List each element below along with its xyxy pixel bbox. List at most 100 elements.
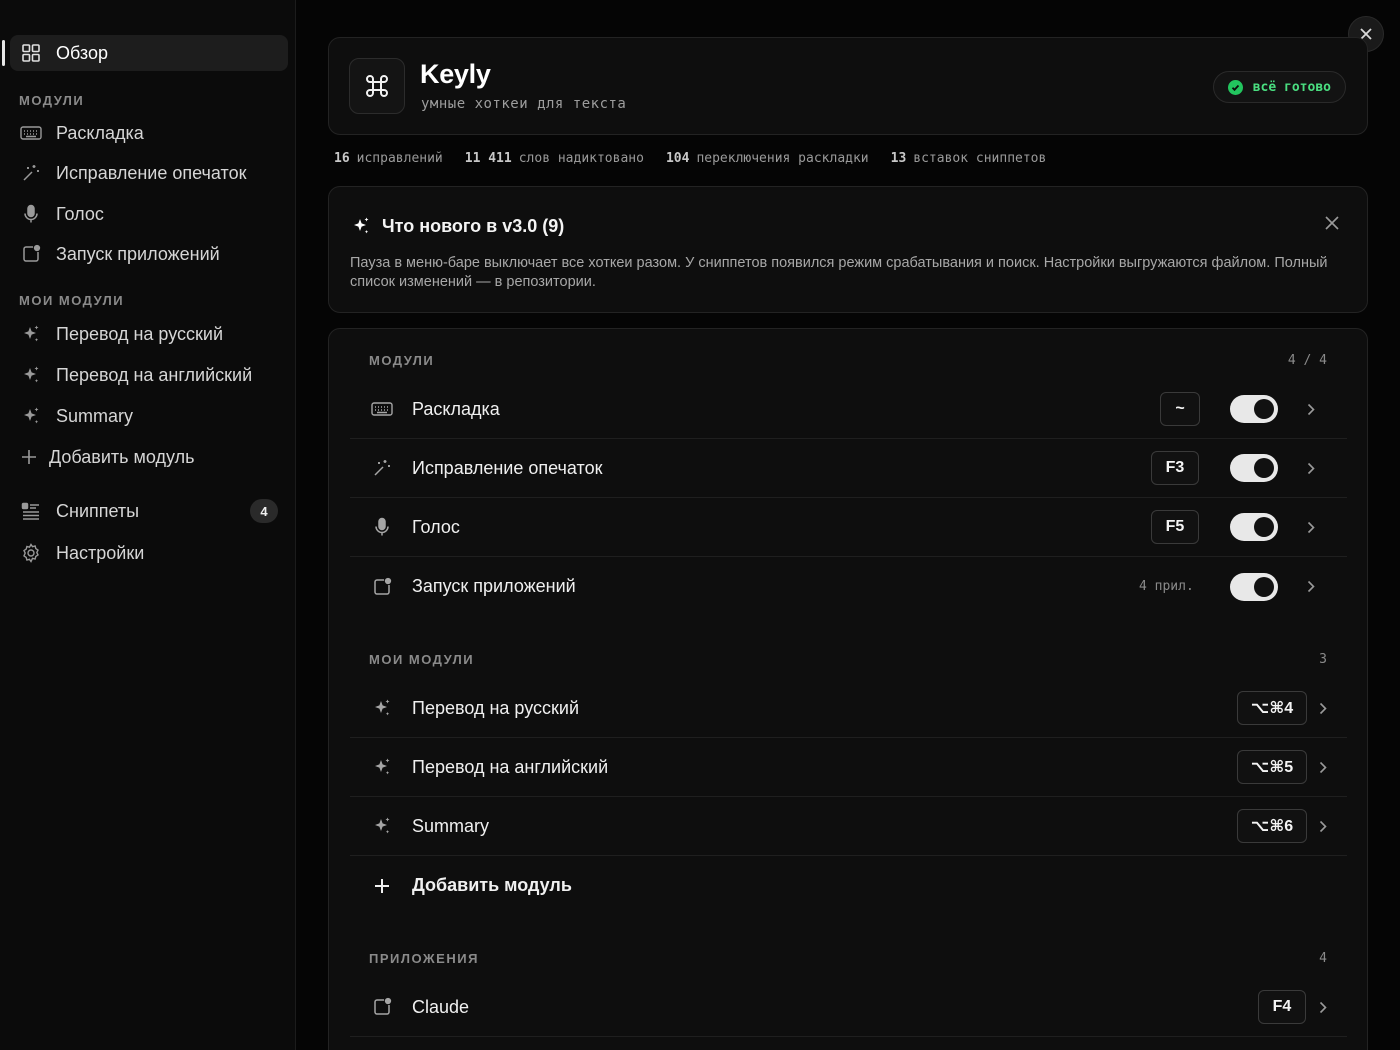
sidebar-item-label: Перевод на русский (56, 323, 223, 344)
sidebar-add-module[interactable]: Добавить модуль (10, 439, 288, 475)
sparkle-icon (20, 364, 42, 386)
module-toggle[interactable] (1230, 454, 1278, 482)
sparkle-icon (370, 755, 394, 779)
module-meta: 4 прил. (1139, 579, 1194, 594)
whats-new-close-button[interactable] (1325, 216, 1339, 235)
sidebar-item-label: Перевод на английский (56, 364, 253, 385)
mic-icon (370, 515, 394, 539)
shortcut-key[interactable]: F5 (1151, 510, 1199, 544)
app-launch-icon (370, 575, 394, 599)
modules-section-count: 4 / 4 (1287, 353, 1327, 368)
apps-section-label: ПРИЛОЖЕНИЯ (369, 951, 479, 966)
module-row-layout[interactable]: Раскладка ~ (350, 380, 1347, 439)
app-launch-icon (370, 995, 394, 1019)
wand-icon (20, 162, 42, 184)
snippets-icon (20, 500, 42, 522)
check-icon (1227, 79, 1243, 95)
sidebar-item-app-launch[interactable]: Запуск приложений (10, 236, 288, 272)
sparkle-icon (351, 215, 373, 237)
status-text: всё готово (1252, 79, 1331, 95)
sparkle-icon (370, 696, 394, 720)
module-row-voice[interactable]: Голос F5 (350, 498, 1347, 557)
apps-section-count: 4 (1319, 951, 1327, 966)
module-label: Summary (412, 815, 490, 836)
my-module-row-translate-ru[interactable]: Перевод на русский ⌥⌘4 (350, 679, 1347, 738)
sidebar-item-layout[interactable]: Раскладка (10, 115, 288, 151)
app-header-card: Keyly умные хоткеи для текста всё готово (328, 37, 1368, 135)
command-icon (349, 58, 405, 114)
module-row-app-launch[interactable]: Запуск приложений 4 прил. (350, 557, 1347, 616)
whats-new-title: Что нового в v3.0 (9) (351, 215, 564, 237)
chevron-right-icon[interactable] (1304, 580, 1318, 594)
sparkle-icon (20, 323, 42, 345)
sidebar-item-label: Голос (56, 203, 104, 224)
whats-new-body: Пауза в меню-баре выключает все хоткеи р… (350, 255, 1328, 290)
whats-new-card: Что нового в v3.0 (9) Пауза в меню-баре … (328, 186, 1368, 313)
chevron-right-icon[interactable] (1316, 1000, 1330, 1014)
plus-icon (18, 446, 40, 468)
shortcut-key[interactable]: ⌥⌘5 (1237, 750, 1307, 784)
shortcut-key[interactable]: ~ (1160, 392, 1200, 426)
keyboard-icon (370, 397, 394, 421)
sidebar-item-label: Запуск приложений (56, 243, 220, 264)
my-module-row-translate-en[interactable]: Перевод на английский ⌥⌘5 (350, 738, 1347, 797)
plus-icon (370, 874, 394, 898)
app-subtitle: умные хоткеи для текста (421, 96, 627, 112)
chevron-right-icon[interactable] (1304, 520, 1318, 534)
sidebar-item-label: Добавить модуль (49, 446, 195, 467)
gear-icon (20, 542, 42, 564)
sidebar-item-summary[interactable]: Summary (10, 398, 288, 434)
sidebar-item-translate-en[interactable]: Перевод на английский (10, 357, 288, 393)
sidebar-item-settings[interactable]: Настройки (10, 535, 288, 571)
module-label: Голос (412, 516, 460, 537)
my-module-row-summary[interactable]: Summary ⌥⌘6 (350, 797, 1347, 856)
sidebar-my-modules-heading: МОИ МОДУЛИ (19, 293, 125, 308)
add-module-row[interactable]: Добавить модуль (350, 856, 1347, 915)
sidebar-item-label: Обзор (56, 42, 108, 63)
usage-stats: 16 исправлений 11 411 слов надиктовано 104… (334, 151, 1068, 166)
chevron-right-icon[interactable] (1316, 701, 1330, 715)
stat-snippet-inserts: 13 вставок сниппетов (890, 151, 1047, 166)
sidebar-item-typo-fix[interactable]: Исправление опечаток (10, 155, 288, 191)
modules-card: МОДУЛИ 4 / 4 Раскладка ~ Исправление опе… (328, 328, 1368, 1050)
chevron-right-icon[interactable] (1304, 402, 1318, 416)
shortcut-key[interactable]: ⌥⌘6 (1237, 809, 1307, 843)
app-row-claude[interactable]: Claude F4 (350, 978, 1347, 1037)
sidebar-item-voice[interactable]: Голос (10, 196, 288, 232)
sidebar: Обзор МОДУЛИ Раскладка Исправление опеча… (0, 0, 296, 1050)
grid-icon (20, 42, 42, 64)
stat-corrections: 16 исправлений (334, 151, 443, 166)
keyboard-icon (20, 122, 42, 144)
my-modules-section-count: 3 (1319, 652, 1327, 667)
shortcut-key[interactable]: F3 (1151, 451, 1199, 485)
module-label: Раскладка (412, 398, 500, 419)
snippets-count-badge: 4 (250, 499, 278, 523)
sidebar-item-snippets[interactable]: Сниппеты 4 (10, 493, 288, 529)
active-indicator (2, 40, 5, 66)
app-title: Keyly (420, 59, 491, 89)
module-toggle[interactable] (1230, 572, 1278, 601)
sidebar-item-translate-ru[interactable]: Перевод на русский (10, 316, 288, 352)
module-row-typo-fix[interactable]: Исправление опечаток F3 (350, 439, 1347, 498)
shortcut-key[interactable]: ⌥⌘4 (1237, 691, 1307, 725)
chevron-right-icon[interactable] (1316, 819, 1330, 833)
sidebar-item-label: Summary (56, 405, 134, 426)
sparkle-icon (370, 814, 394, 838)
module-label: Перевод на английский (412, 756, 609, 777)
chevron-right-icon[interactable] (1304, 461, 1318, 475)
sidebar-modules-heading: МОДУЛИ (19, 93, 85, 108)
module-label: Исправление опечаток (412, 457, 603, 478)
modules-section-label: МОДУЛИ (369, 353, 435, 368)
module-toggle[interactable] (1230, 395, 1278, 423)
sidebar-item-overview[interactable]: Обзор (10, 35, 288, 71)
sidebar-item-label: Раскладка (56, 122, 144, 143)
sidebar-item-label: Сниппеты (56, 500, 140, 521)
close-icon (1325, 216, 1339, 230)
chevron-right-icon[interactable] (1316, 760, 1330, 774)
my-modules-section-label: МОИ МОДУЛИ (369, 652, 475, 667)
shortcut-key[interactable]: F4 (1258, 990, 1306, 1024)
module-label: Запуск приложений (412, 576, 576, 596)
mic-icon (20, 203, 42, 225)
app-launch-icon (20, 243, 42, 265)
module-toggle[interactable] (1230, 513, 1278, 541)
